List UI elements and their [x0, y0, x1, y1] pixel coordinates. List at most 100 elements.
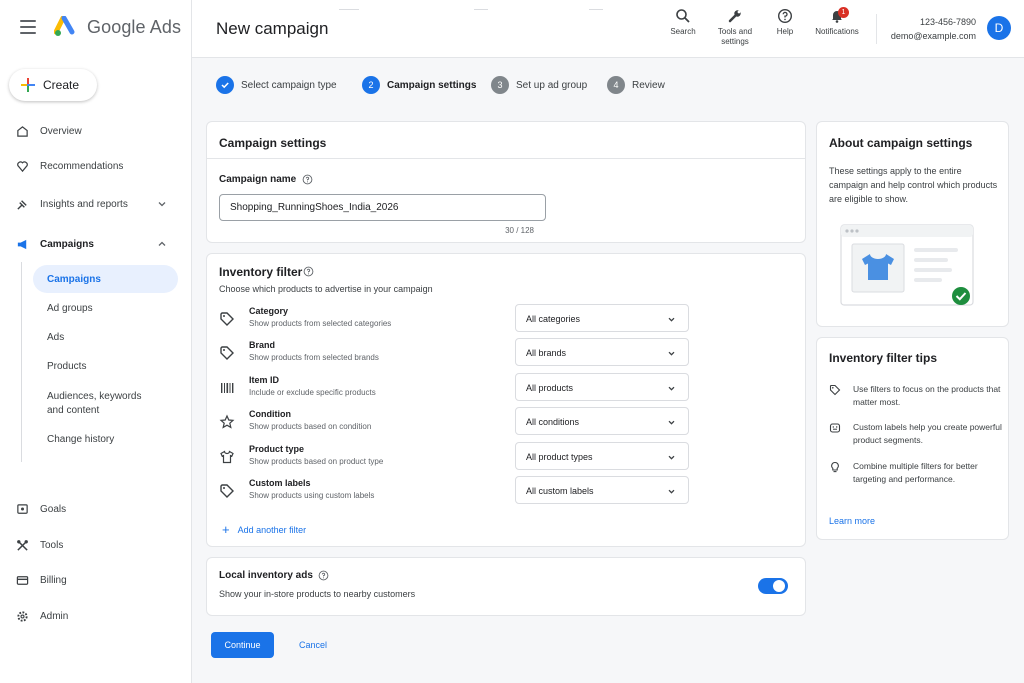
menu-icon[interactable] — [20, 20, 36, 34]
subnav-products[interactable]: Products — [33, 352, 178, 380]
subnav-ads[interactable]: Ads — [33, 323, 178, 351]
campaign-name-label: Campaign name — [219, 174, 297, 185]
help-icon[interactable] — [303, 266, 314, 277]
page-title: New campaign — [216, 19, 329, 38]
tools-settings-button[interactable]: Tools and settings — [713, 8, 757, 47]
step-review[interactable]: 4 Review — [607, 76, 665, 94]
product-type-select[interactable]: All product types — [515, 442, 689, 470]
step-campaign-settings[interactable]: 2 Campaign settings — [362, 76, 476, 94]
local-inventory-toggle[interactable] — [758, 578, 788, 594]
goals-icon — [14, 501, 30, 517]
custom-labels-select[interactable]: All custom labels — [515, 476, 689, 504]
filter-description: Show products from selected brands — [249, 353, 379, 362]
megaphone-icon — [14, 236, 30, 252]
step-number: 2 — [362, 76, 380, 94]
nav-recommendations[interactable]: Recommendations — [0, 153, 192, 179]
step-number: 3 — [491, 76, 509, 94]
subnav-campaigns[interactable]: Campaigns — [33, 265, 178, 293]
brand-select[interactable]: All brands — [515, 338, 689, 366]
filter-row-item-id: Item ID Include or exclude specific prod… — [219, 373, 689, 401]
add-filter-button[interactable]: + Add another filter — [222, 522, 306, 537]
step-number: 4 — [607, 76, 625, 94]
select-value: All categories — [526, 314, 581, 324]
nav-overview[interactable]: Overview — [0, 118, 192, 144]
step-set-up-ad-group[interactable]: 3 Set up ad group — [491, 76, 587, 94]
nav-label: Campaigns — [40, 238, 94, 250]
category-select[interactable]: All categories — [515, 304, 689, 332]
continue-button[interactable]: Continue — [211, 632, 274, 658]
search-label: Search — [670, 27, 696, 36]
filter-description: Show products based on condition — [249, 422, 372, 431]
account-phone: 123-456-7890 — [919, 17, 976, 27]
inventory-filter-description: Choose which products to advertise in yo… — [219, 284, 433, 294]
filter-name: Item ID — [249, 375, 280, 385]
nav-campaigns[interactable]: Campaigns — [0, 231, 192, 257]
chevron-down-icon — [668, 351, 675, 356]
star-icon — [219, 414, 235, 429]
about-text: These settings apply to the entire campa… — [829, 166, 998, 204]
bulb-icon — [14, 158, 30, 174]
billing-icon — [14, 572, 30, 588]
step-select-campaign-type[interactable]: Select campaign type — [216, 76, 337, 94]
condition-select[interactable]: All conditions — [515, 407, 689, 435]
card-divider — [207, 158, 805, 159]
chevron-down-icon — [668, 386, 675, 391]
item-id-select[interactable]: All products — [515, 373, 689, 401]
local-inventory-description: Show your in-store products to nearby cu… — [219, 589, 416, 599]
subnav-change-history[interactable]: Change history — [33, 425, 178, 453]
help-icon[interactable] — [302, 174, 313, 185]
step-connector — [474, 9, 488, 10]
nav-admin[interactable]: Admin — [0, 603, 192, 629]
filter-row-category: Category Show products from selected cat… — [219, 304, 689, 332]
help-icon[interactable] — [318, 570, 329, 581]
wrench-icon — [728, 10, 741, 23]
create-button[interactable]: Create — [9, 69, 97, 101]
tag-icon — [220, 484, 234, 498]
nav-label: Recommendations — [40, 160, 124, 172]
shirt-icon — [220, 450, 234, 464]
check-icon — [216, 76, 234, 94]
help-button[interactable]: Help — [773, 8, 797, 37]
tag-icon — [829, 384, 841, 396]
avatar[interactable]: D — [987, 16, 1011, 40]
tips-title: Inventory filter tips — [829, 351, 938, 365]
select-value: All product types — [526, 452, 593, 462]
tip-text: Custom labels help you create powerful p… — [853, 422, 1002, 445]
select-value: All brands — [526, 348, 567, 358]
tag-icon — [220, 346, 234, 360]
filter-description: Show products based on product type — [249, 457, 384, 466]
chevron-down-icon — [668, 455, 675, 460]
filter-description: Show products from selected categories — [249, 319, 392, 328]
filter-name: Category — [249, 306, 289, 316]
step-connector — [339, 9, 359, 10]
product-illustration — [840, 224, 974, 306]
add-filter-label: Add another filter — [237, 524, 307, 535]
bulb-icon — [831, 461, 839, 473]
filter-row-product-type: Product type Show products based on prod… — [219, 442, 689, 470]
filter-row-condition: Condition Show products based on conditi… — [219, 407, 689, 435]
search-button[interactable]: Search — [667, 8, 699, 37]
nav-insights[interactable]: Insights and reports — [0, 191, 192, 217]
learn-more-link[interactable]: Learn more — [829, 516, 875, 526]
subnav-audiences[interactable]: Audiences, keywords and content — [33, 389, 145, 419]
home-icon — [14, 123, 30, 139]
nav-label: Insights and reports — [40, 198, 128, 210]
nav-goals[interactable]: Goals — [0, 496, 192, 522]
cancel-button[interactable]: Cancel — [290, 632, 336, 658]
nav-tools[interactable]: Tools — [0, 532, 192, 558]
inventory-filter-title: Inventory filter — [219, 265, 303, 279]
filter-row-brand: Brand Show products from selected brands… — [219, 338, 689, 366]
insights-icon — [14, 196, 30, 212]
notification-badge: 1 — [838, 7, 849, 18]
chevron-up-icon — [158, 241, 166, 246]
subnav-ad-groups[interactable]: Ad groups — [33, 294, 178, 322]
nav-label: Goals — [40, 503, 67, 515]
step-label: Select campaign type — [241, 79, 337, 91]
campaign-name-input[interactable]: Shopping_RunningShoes_India_2026 — [219, 194, 546, 221]
account-email: demo@example.com — [890, 31, 976, 41]
help-icon — [777, 8, 793, 24]
nav-billing[interactable]: Billing — [0, 567, 192, 593]
plus-icon: + — [222, 522, 230, 537]
notifications-button[interactable]: Notifications — [813, 8, 861, 37]
step-label: Campaign settings — [387, 79, 477, 91]
